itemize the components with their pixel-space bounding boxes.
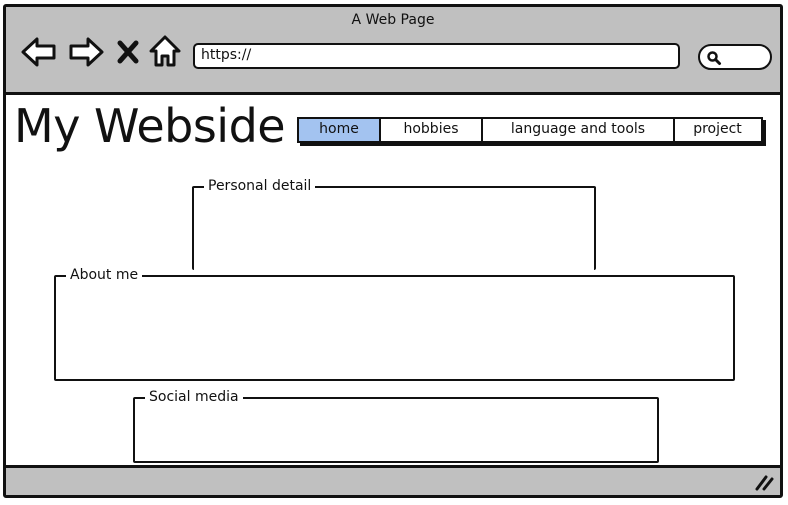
browser-window: A Web Page https:// My Webside home hobb…: [3, 4, 783, 498]
forward-arrow-icon[interactable]: [67, 35, 105, 69]
tab-project[interactable]: project: [675, 119, 760, 141]
close-x-icon[interactable]: [116, 39, 140, 65]
social-media-label: Social media: [145, 388, 243, 406]
social-media-group: Social media: [133, 388, 659, 463]
status-bar: [6, 465, 780, 495]
personal-detail-group: Personal detail: [192, 177, 596, 270]
home-icon[interactable]: [148, 34, 182, 68]
window-title: A Web Page: [351, 12, 435, 28]
tab-home[interactable]: home: [299, 119, 381, 141]
search-icon: [707, 51, 721, 65]
personal-detail-label: Personal detail: [204, 177, 316, 195]
site-title: My Webside: [14, 99, 286, 153]
about-me-label: About me: [66, 266, 143, 284]
tab-hobbies[interactable]: hobbies: [381, 119, 483, 141]
search-box[interactable]: [698, 44, 772, 70]
resize-grip-icon[interactable]: [754, 473, 774, 491]
tab-language-and-tools[interactable]: language and tools: [483, 119, 675, 141]
url-input[interactable]: https://: [193, 43, 680, 69]
back-arrow-icon[interactable]: [20, 35, 58, 69]
nav-tabs: home hobbies language and tools project: [297, 117, 763, 143]
browser-toolbar: A Web Page https://: [6, 7, 780, 95]
about-me-group: About me: [54, 266, 735, 381]
